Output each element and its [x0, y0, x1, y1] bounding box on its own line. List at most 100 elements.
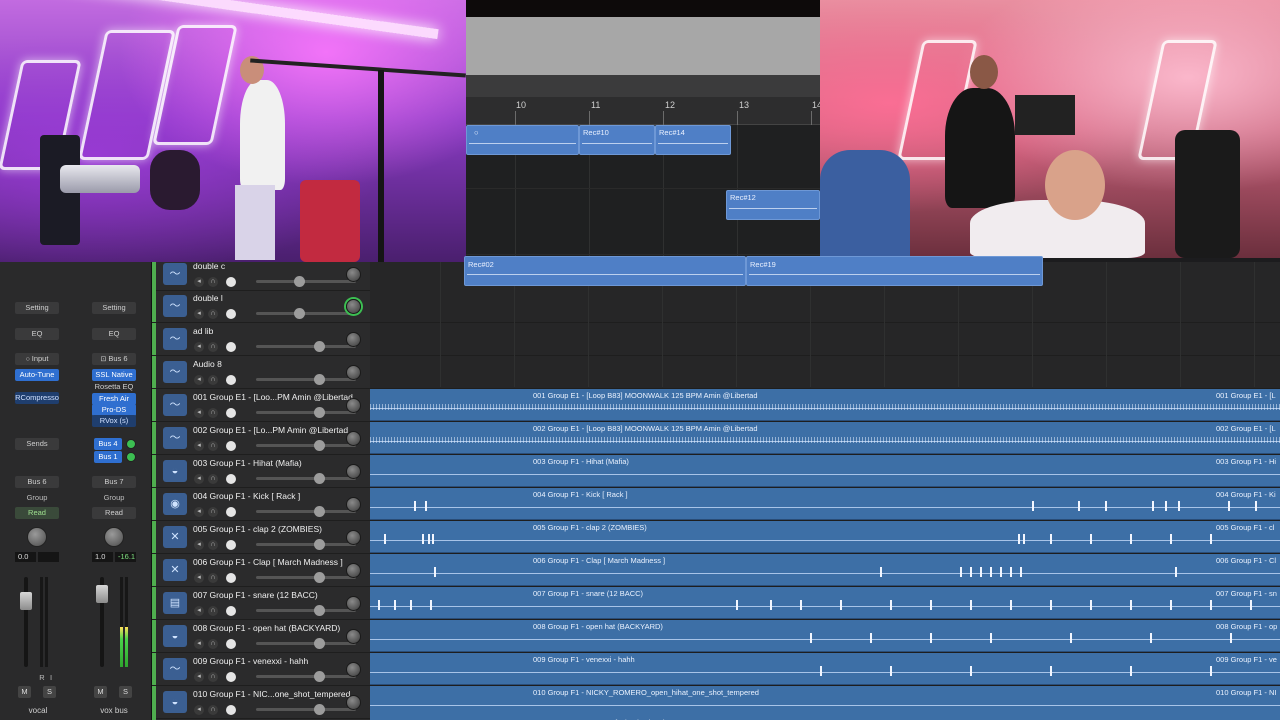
- record-enable-button[interactable]: [226, 507, 236, 517]
- record-enable-button[interactable]: [226, 573, 236, 583]
- solo-button[interactable]: S: [43, 686, 56, 698]
- record-enable-button[interactable]: [226, 309, 236, 319]
- speaker-icon[interactable]: ◂: [194, 375, 204, 385]
- track-volume-slider[interactable]: [256, 407, 356, 418]
- track-pan-knob[interactable]: [346, 464, 361, 479]
- audio-region[interactable]: 010 Group F1 - NICKY_ROMERO_open_hihat_o…: [370, 686, 1280, 718]
- send-bus-1[interactable]: Bus 1: [94, 451, 122, 463]
- headphones-icon[interactable]: ∩: [208, 507, 218, 517]
- slider-thumb[interactable]: [314, 407, 325, 418]
- slider-thumb[interactable]: [314, 671, 325, 682]
- eq-button[interactable]: EQ: [92, 328, 136, 340]
- strip-name[interactable]: vox bus: [76, 706, 152, 715]
- plugin-slot-ssl[interactable]: SSL Native: [92, 369, 136, 381]
- track-pan-knob[interactable]: [346, 497, 361, 512]
- speaker-icon[interactable]: ◂: [194, 441, 204, 451]
- plugin-slot-autotune[interactable]: Auto-Tune: [15, 369, 59, 381]
- track-name[interactable]: ad lib: [193, 326, 213, 336]
- audio-region[interactable]: 005 Group F1 - clap 2 (ZOMBIES) 005 Grou…: [370, 521, 1280, 553]
- track-pan-knob[interactable]: [346, 563, 361, 578]
- track-volume-slider[interactable]: [256, 638, 356, 649]
- slider-thumb[interactable]: [314, 704, 325, 715]
- speaker-icon[interactable]: ◂: [194, 507, 204, 517]
- speaker-icon[interactable]: ◂: [194, 342, 204, 352]
- plugin-slot-rosetta[interactable]: Rosetta EQ: [92, 381, 136, 393]
- headphones-icon[interactable]: ∩: [208, 474, 218, 484]
- track-header[interactable]: 〜 double c ◂ ∩: [152, 262, 370, 291]
- speaker-icon[interactable]: ◂: [194, 540, 204, 550]
- track-header[interactable]: 〜 002 Group E1 - [Lo...PM Amin @Libertad…: [152, 422, 370, 455]
- solo-button[interactable]: S: [119, 686, 132, 698]
- track-name[interactable]: 004 Group F1 - Kick [ Rack ]: [193, 491, 300, 501]
- record-enable-button[interactable]: [226, 441, 236, 451]
- track-volume-slider[interactable]: [256, 671, 356, 682]
- audio-region[interactable]: 002 Group E1 - [Loop B83] MOONWALK 125 B…: [370, 422, 1280, 454]
- track-volume-slider[interactable]: [256, 506, 356, 517]
- track-header[interactable]: ▤ 007 Group F1 - snare (12 BACC) ◂ ∩: [152, 587, 370, 620]
- slider-thumb[interactable]: [314, 473, 325, 484]
- track-volume-slider[interactable]: [256, 374, 356, 385]
- speaker-icon[interactable]: ◂: [194, 672, 204, 682]
- speaker-icon[interactable]: ◂: [194, 573, 204, 583]
- record-enable-button[interactable]: [226, 606, 236, 616]
- volume-fader[interactable]: [96, 585, 108, 603]
- volume-fader-track[interactable]: [24, 577, 28, 667]
- track-name[interactable]: 005 Group F1 - clap 2 (ZOMBIES): [193, 524, 322, 534]
- headphones-icon[interactable]: ∩: [208, 705, 218, 715]
- volume-fader[interactable]: [20, 592, 32, 610]
- track-header[interactable]: ◉ 004 Group F1 - Kick [ Rack ] ◂ ∩: [152, 488, 370, 521]
- region-top-row[interactable]: ○: [466, 125, 579, 155]
- send-knob[interactable]: [126, 439, 136, 449]
- track-header[interactable]: ◒ 003 Group F1 - Hihat (Mafia) ◂ ∩: [152, 455, 370, 488]
- audio-region[interactable]: 007 Group F1 - snare (12 BACC) 007 Group…: [370, 587, 1280, 619]
- headphones-icon[interactable]: ∩: [208, 672, 218, 682]
- send-knob[interactable]: [126, 452, 136, 462]
- setting-button[interactable]: Setting: [15, 302, 59, 314]
- mute-button[interactable]: M: [18, 686, 31, 698]
- track-pan-knob[interactable]: [346, 299, 361, 314]
- audio-region[interactable]: 011 Group F1 - DS_SQ_fx_backspin_pioneer…: [370, 716, 1280, 720]
- record-enable-button[interactable]: [226, 342, 236, 352]
- headphones-icon[interactable]: ∩: [208, 441, 218, 451]
- slider-thumb[interactable]: [294, 308, 305, 319]
- record-enable-button[interactable]: [226, 277, 236, 287]
- headphones-icon[interactable]: ∩: [208, 408, 218, 418]
- region-rec19[interactable]: Rec#19: [746, 256, 1043, 286]
- record-button[interactable]: R: [38, 673, 46, 682]
- speaker-icon[interactable]: ◂: [194, 639, 204, 649]
- plugin-slot-rvox[interactable]: RVox (s): [92, 415, 136, 427]
- track-header[interactable]: 〜 009 Group F1 - venexxi - hahh ◂ ∩: [152, 653, 370, 686]
- track-name[interactable]: 003 Group F1 - Hihat (Mafia): [193, 458, 302, 468]
- track-header[interactable]: 〜 001 Group E1 - [Loo...PM Amin @Liberta…: [152, 389, 370, 422]
- track-lane[interactable]: [370, 323, 1280, 356]
- audio-region[interactable]: 003 Group F1 - Hihat (Mafia) 003 Group F…: [370, 455, 1280, 487]
- send-bus-4[interactable]: Bus 4: [94, 438, 122, 450]
- speaker-icon[interactable]: ◂: [194, 606, 204, 616]
- track-pan-knob[interactable]: [346, 365, 361, 380]
- track-name[interactable]: double l: [193, 293, 223, 303]
- group-label[interactable]: Group: [15, 493, 59, 502]
- track-pan-knob[interactable]: [346, 398, 361, 413]
- track-name[interactable]: Audio 8: [193, 359, 222, 369]
- output-button[interactable]: Bus 7: [92, 476, 136, 488]
- track-volume-slider[interactable]: [256, 605, 356, 616]
- input-button[interactable]: ⊡ Bus 6: [92, 353, 136, 365]
- headphones-icon[interactable]: ∩: [208, 639, 218, 649]
- track-header[interactable]: ◒ 010 Group F1 - NIC...one_shot_tempered…: [152, 686, 370, 719]
- track-volume-slider[interactable]: [256, 539, 356, 550]
- track-volume-slider[interactable]: [256, 704, 356, 715]
- track-volume-slider[interactable]: [256, 572, 356, 583]
- track-lane[interactable]: [370, 356, 1280, 389]
- track-pan-knob[interactable]: [346, 596, 361, 611]
- track-lane[interactable]: [370, 290, 1280, 323]
- headphones-icon[interactable]: ∩: [208, 573, 218, 583]
- slider-thumb[interactable]: [294, 276, 305, 287]
- speaker-icon[interactable]: ◂: [194, 309, 204, 319]
- pan-knob[interactable]: [104, 527, 124, 547]
- track-header[interactable]: 〜 Audio 8 ◂ ∩: [152, 356, 370, 389]
- audio-region[interactable]: 009 Group F1 - venexxi - hahh 009 Group …: [370, 653, 1280, 685]
- track-volume-slider[interactable]: [256, 473, 356, 484]
- slider-thumb[interactable]: [314, 440, 325, 451]
- track-pan-knob[interactable]: [346, 431, 361, 446]
- record-enable-button[interactable]: [226, 375, 236, 385]
